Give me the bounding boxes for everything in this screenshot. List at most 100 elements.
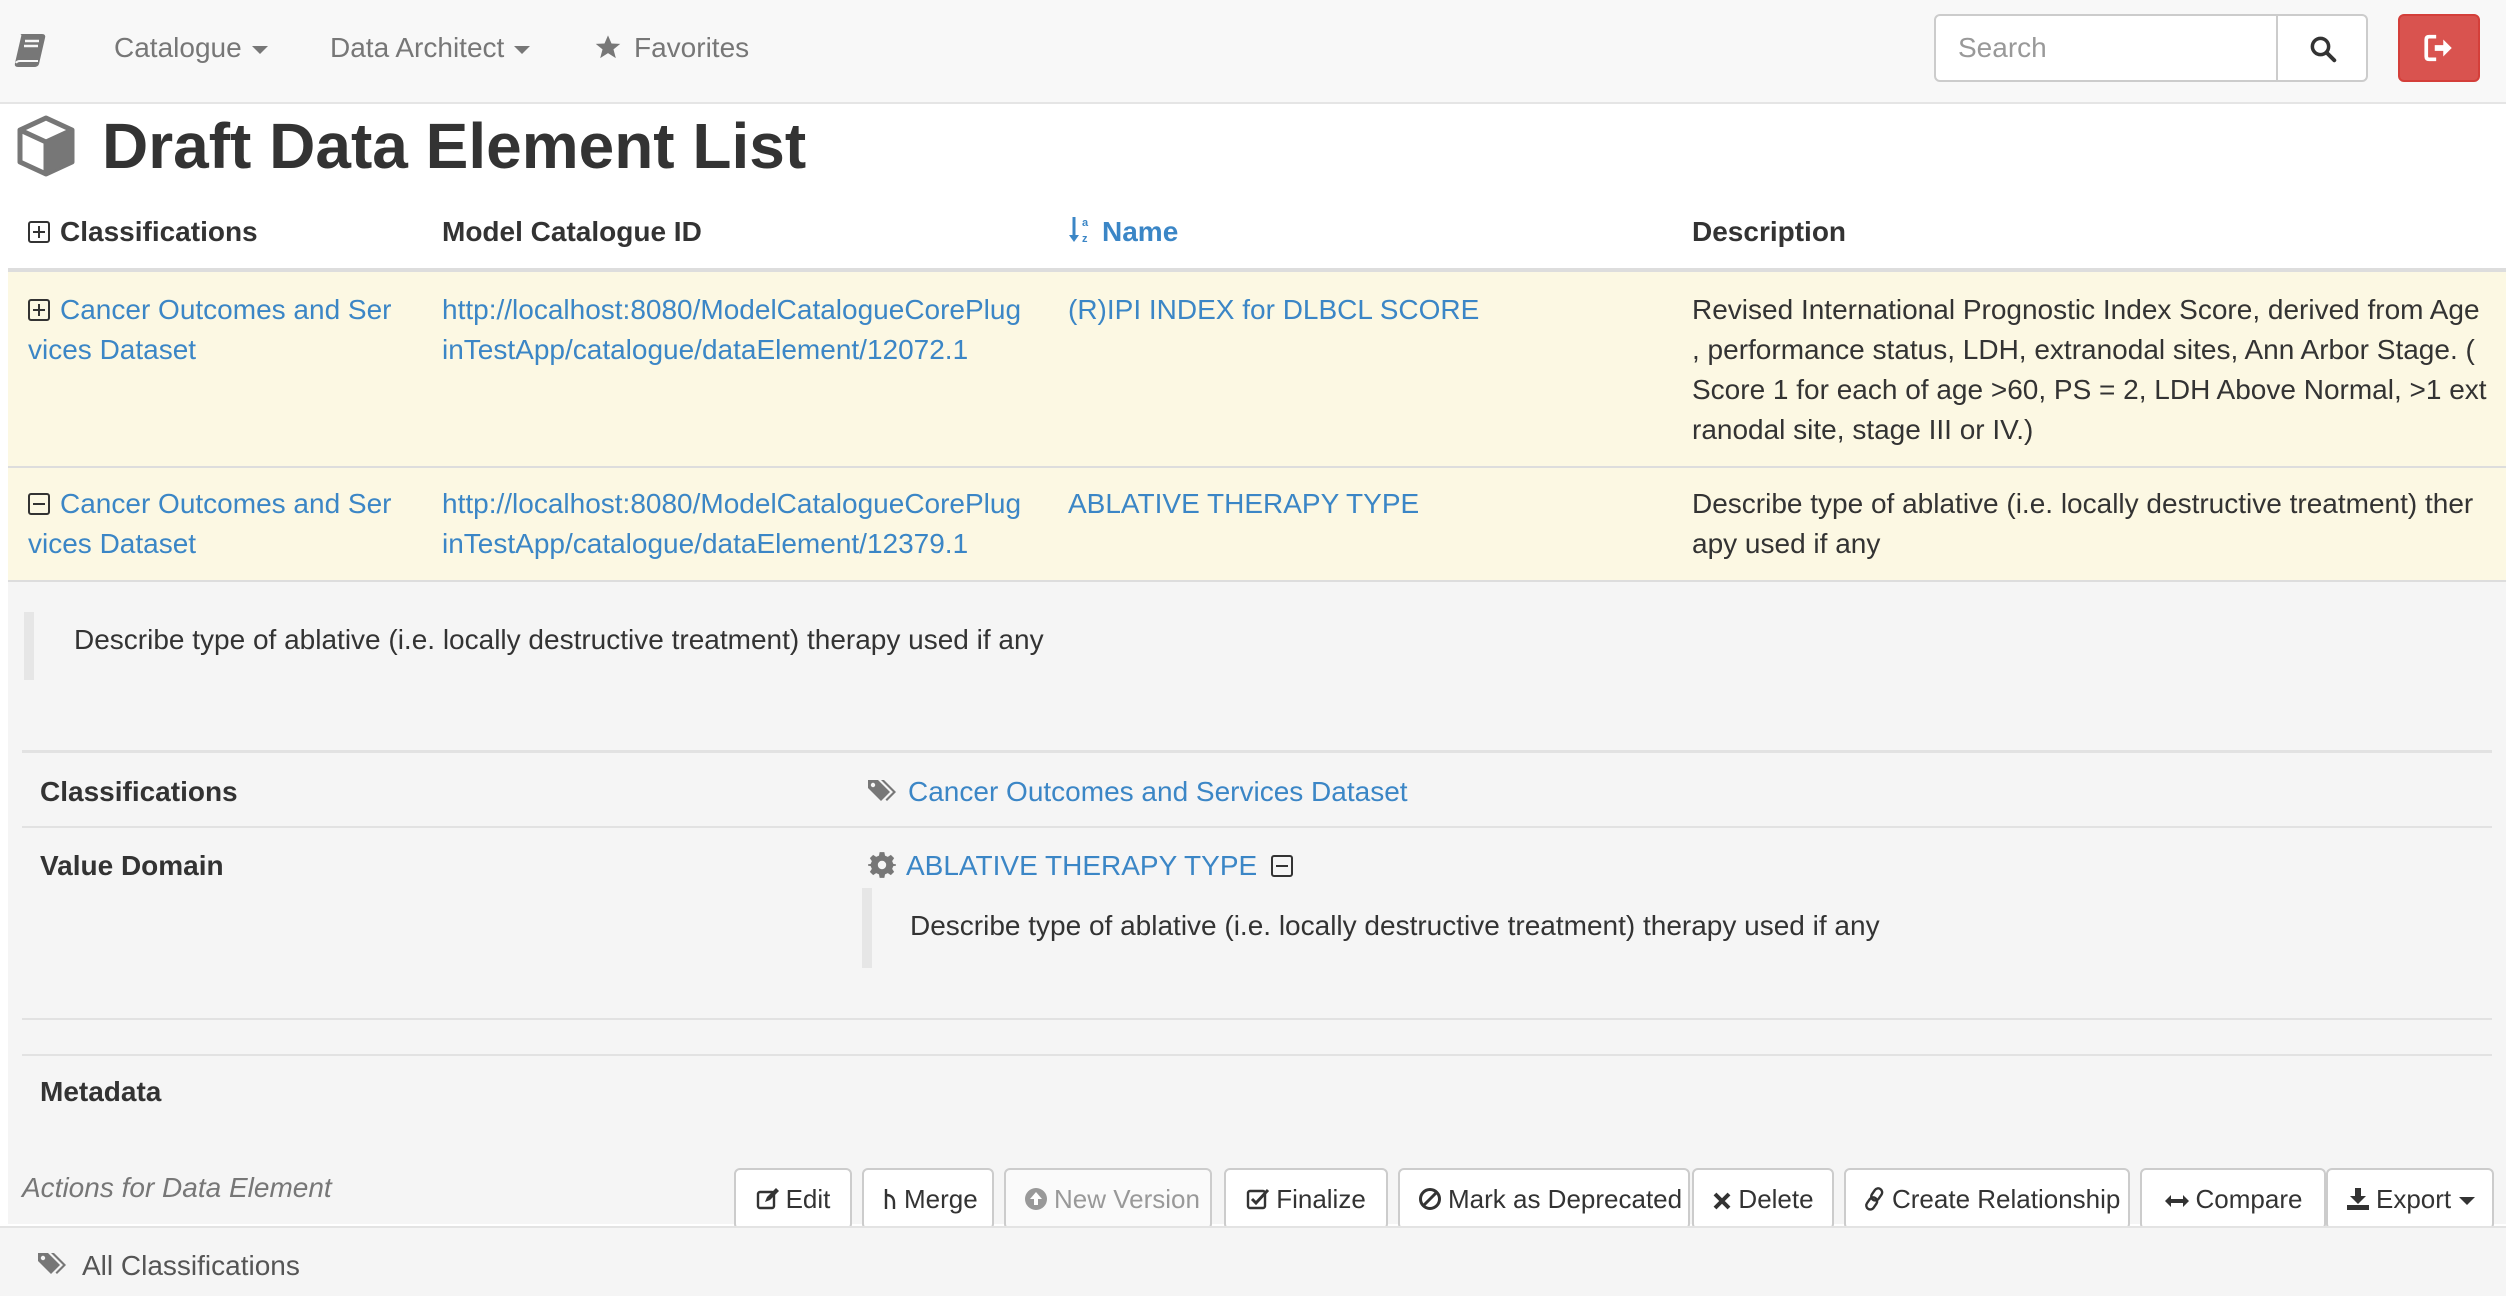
nav-catalogue-label: Catalogue <box>114 32 242 63</box>
description-line: ranodal site, stage III or IV.) <box>1692 414 2034 445</box>
svg-text:a: a <box>1082 217 1089 229</box>
value-domain-link[interactable]: ABLATIVE THERAPY TYPE <box>906 850 1257 881</box>
classifications-value: Cancer Outcomes and Services Dataset <box>866 772 1408 812</box>
compare-button-label: Compare <box>2195 1184 2303 1214</box>
nav-favorites-label: Favorites <box>634 32 750 63</box>
value-domain-value: ABLATIVE THERAPY TYPE <box>868 846 1303 886</box>
divider <box>22 1018 2492 1020</box>
expanded-detail-panel: Describe type of ablative (i.e. locally … <box>8 582 2506 1224</box>
merge-button[interactable]: Merge <box>862 1168 994 1230</box>
chevron-down-icon <box>514 45 531 54</box>
merge-icon <box>884 1189 896 1209</box>
arrows-horizontal-icon <box>2164 1195 2189 1207</box>
finalize-button[interactable]: Finalize <box>1224 1168 1388 1230</box>
create-relationship-button-label: Create Relationship <box>1892 1184 2121 1214</box>
all-classifications-bar[interactable]: All Classifications <box>0 1226 2506 1296</box>
detail-description: Describe type of ablative (i.e. locally … <box>74 624 1044 655</box>
download-icon <box>2347 1188 2369 1210</box>
model-catalogue-id-link[interactable]: http://localhost:8080/ModelCatalogueCore… <box>442 488 1021 559</box>
edit-icon <box>756 1188 779 1210</box>
edit-button-label: Edit <box>785 1184 831 1214</box>
id-link-line2: inTestApp/catalogue/dataElement/12379.1 <box>442 528 969 559</box>
data-element-name-link[interactable]: ABLATIVE THERAPY TYPE <box>1068 488 1419 519</box>
classification-link-line2: vices Dataset <box>28 528 197 559</box>
cog-icon <box>868 852 896 878</box>
cube-icon <box>17 115 75 177</box>
column-header-classifications-label: Classifications <box>60 216 258 247</box>
classification-link[interactable]: Cancer Outcomes and Ser vices Dataset <box>28 294 392 365</box>
star-icon <box>595 35 621 59</box>
value-domain-description-blockquote: Describe type of ablative (i.e. locally … <box>862 888 2482 968</box>
logout-button[interactable] <box>2398 14 2480 82</box>
value-domain-label: Value Domain <box>40 850 224 881</box>
merge-button-label: Merge <box>904 1184 978 1214</box>
create-relationship-button[interactable]: Create Relationship <box>1844 1168 2130 1230</box>
mark-deprecated-button-label: Mark as Deprecated <box>1448 1184 1683 1214</box>
check-square-icon <box>1247 1188 1270 1210</box>
description-line: , performance status, LDH, extranodal si… <box>1692 334 2475 365</box>
book-icon[interactable] <box>12 30 52 70</box>
metadata-label: Metadata <box>40 1076 162 1107</box>
data-element-name-link[interactable]: (R)IPI INDEX for DLBCL SCORE <box>1068 294 1479 325</box>
export-button-label: Export <box>2376 1184 2452 1214</box>
edit-button[interactable]: Edit <box>734 1168 852 1230</box>
model-catalogue-id-link[interactable]: http://localhost:8080/ModelCatalogueCore… <box>442 294 1021 365</box>
id-link-line1: http://localhost:8080/ModelCatalogueCore… <box>442 294 1022 325</box>
classifications-label: Classifications <box>40 776 238 807</box>
row-id-cell: http://localhost:8080/ModelCatalogueCore… <box>442 484 1021 564</box>
all-classifications-label: All Classifications <box>82 1250 300 1281</box>
description-line: Describe type of ablative (i.e. locally … <box>1692 488 2474 519</box>
nav-favorites[interactable]: Favorites <box>594 30 749 66</box>
delete-button-label: Delete <box>1738 1184 1814 1214</box>
classification-link[interactable]: Cancer Outcomes and Services Dataset <box>908 776 1408 807</box>
column-header-classifications[interactable]: Classifications <box>28 212 258 252</box>
nav-data-architect-label: Data Architect <box>330 32 505 63</box>
navbar: Catalogue Data Architect Favorites <box>0 0 2506 104</box>
value-domain-description: Describe type of ablative (i.e. locally … <box>910 910 1880 941</box>
id-link-line2: inTestApp/catalogue/dataElement/12072.1 <box>442 334 969 365</box>
delete-button[interactable]: Delete <box>1692 1168 1834 1230</box>
description-line: apy used if any <box>1692 528 1881 559</box>
collapse-row-icon[interactable] <box>28 493 50 515</box>
export-dropdown-button[interactable]: Export <box>2326 1168 2494 1230</box>
svg-text:z: z <box>1082 233 1088 245</box>
search-button[interactable] <box>2276 14 2368 82</box>
collapse-value-domain-icon[interactable] <box>1271 855 1294 877</box>
tags-icon <box>868 780 896 801</box>
table-row[interactable]: Cancer Outcomes and Ser vices Dataset htt… <box>8 272 2506 468</box>
sort-alpha-asc-icon: a z <box>1069 217 1089 245</box>
classification-link-line1: Cancer Outcomes and Ser <box>60 488 392 519</box>
column-header-description: Description <box>1692 216 1847 247</box>
table-row[interactable]: Cancer Outcomes and Ser vices Dataset htt… <box>8 468 2506 582</box>
tags-icon <box>38 1253 66 1274</box>
close-icon <box>1714 1192 1731 1210</box>
description-blockquote: Describe type of ablative (i.e. locally … <box>24 612 2324 680</box>
actions-label: Actions for Data Element <box>22 1172 332 1203</box>
column-header-name[interactable]: a z Name <box>1068 212 1178 252</box>
new-version-button[interactable]: New Version <box>1004 1168 1212 1230</box>
divider <box>22 750 2492 753</box>
compare-button[interactable]: Compare <box>2140 1168 2326 1230</box>
chevron-down-icon <box>251 45 268 54</box>
sign-out-icon <box>2424 34 2452 62</box>
chevron-down-icon <box>2459 1197 2476 1206</box>
description-line: Revised International Prognostic Index S… <box>1692 294 2480 325</box>
expand-all-icon[interactable] <box>28 221 50 243</box>
classification-link-line1: Cancer Outcomes and Ser <box>60 294 392 325</box>
new-version-button-label: New Version <box>1054 1184 1200 1214</box>
nav-data-architect-dropdown[interactable]: Data Architect <box>330 30 531 66</box>
divider <box>22 826 2492 828</box>
row-description-cell: Revised International Prognostic Index S… <box>1692 290 2487 450</box>
row-description-cell: Describe type of ablative (i.e. locally … <box>1692 484 2473 564</box>
row-id-cell: http://localhost:8080/ModelCatalogueCore… <box>442 290 1021 370</box>
upload-icon <box>1025 1188 1047 1210</box>
mark-deprecated-button[interactable]: Mark as Deprecated <box>1398 1168 1690 1230</box>
ban-icon <box>1419 1188 1441 1210</box>
column-header-id[interactable]: Model Catalogue ID <box>442 212 702 252</box>
classification-link-line2: vices Dataset <box>28 334 197 365</box>
expand-row-icon[interactable] <box>28 299 50 321</box>
row-classification-cell: Cancer Outcomes and Ser vices Dataset <box>28 484 428 564</box>
classification-link[interactable]: Cancer Outcomes and Ser vices Dataset <box>28 488 392 559</box>
nav-catalogue-dropdown[interactable]: Catalogue <box>114 30 268 66</box>
search-input[interactable] <box>1934 14 2278 82</box>
